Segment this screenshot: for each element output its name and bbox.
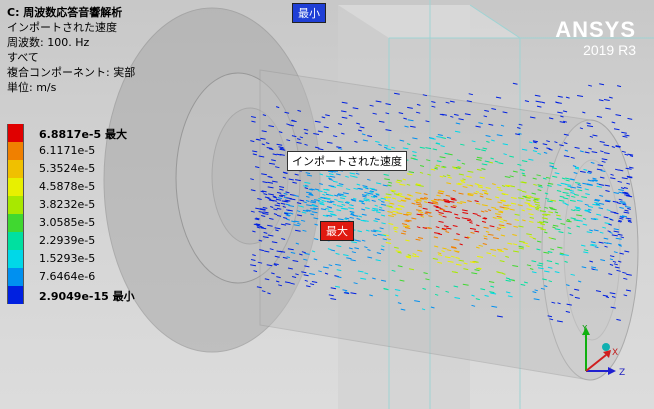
velocity-vector [627, 117, 633, 120]
velocity-vector [627, 153, 634, 156]
velocity-vector [629, 155, 634, 157]
velocity-vector [596, 115, 603, 118]
unit-label: 単位: m/s [7, 81, 57, 94]
velocity-vector [621, 150, 626, 153]
velocity-vector [615, 114, 622, 117]
legend-value-label: 6.1171e-5 [39, 144, 96, 157]
velocity-vector [588, 84, 593, 87]
velocity-vector [541, 101, 546, 104]
velocity-vector [536, 105, 542, 108]
legend-color-swatch [7, 178, 24, 196]
velocity-vector [603, 99, 610, 101]
result-name: インポートされた速度 [7, 21, 117, 34]
velocity-vector [613, 128, 620, 131]
z-axis-label: Z [619, 368, 625, 378]
z-axis-arrowhead [608, 367, 616, 375]
analysis-title: C: 周波数応答音響解析 [7, 6, 123, 19]
velocity-vector [624, 134, 630, 137]
result-callout-label[interactable]: インポートされた速度 [287, 151, 407, 171]
legend-color-swatch [7, 196, 24, 214]
velocity-vector [495, 96, 502, 99]
max-probe-flag[interactable]: 最大 [320, 221, 354, 241]
frequency-label: 周波数: 100. Hz [7, 36, 90, 49]
velocity-vector [565, 96, 570, 99]
velocity-vector [512, 82, 518, 85]
legend-value-label: 2.9049e-15 最小 [39, 290, 135, 303]
velocity-vector [562, 110, 568, 113]
y-axis-label: Y [581, 325, 588, 334]
min-probe-flag[interactable]: 最小 [292, 3, 326, 23]
complex-component-label: 複合コンポーネント: 実部 [7, 66, 136, 79]
velocity-vector [524, 100, 530, 103]
velocity-vector [534, 94, 541, 97]
velocity-vector [598, 99, 604, 102]
velocity-vector [608, 96, 613, 99]
legend-color-swatch [7, 142, 24, 160]
graphics-viewport[interactable]: C: 周波数応答音響解析 インポートされた速度 周波数: 100. Hz すべて… [0, 0, 654, 409]
velocity-vector [557, 111, 563, 114]
logo-version: 2019 R3 [583, 42, 636, 58]
velocity-vector [611, 121, 616, 124]
legend-value-label: 3.8232e-5 [39, 198, 96, 211]
velocity-vector [557, 95, 563, 98]
legend-value-label: 2.2939e-5 [39, 234, 96, 247]
velocity-vector [599, 83, 605, 86]
legend-value-label: 7.6464e-6 [39, 270, 96, 283]
legend-value-label: 4.5878e-5 [39, 180, 96, 193]
result-info-panel: C: 周波数応答音響解析 インポートされた速度 周波数: 100. Hz すべて… [7, 5, 135, 95]
axis-triad[interactable]: Y X Z [572, 325, 642, 385]
velocity-vector [605, 107, 611, 110]
velocity-vector [628, 166, 634, 169]
legend-color-swatch [7, 250, 24, 268]
velocity-vector [577, 95, 584, 97]
legend-color-swatch [7, 268, 24, 286]
legend-value-label: 1.5293e-5 [39, 252, 96, 265]
legend-value-label: 3.0585e-5 [39, 216, 96, 229]
velocity-vector [621, 131, 627, 134]
x-axis-arrow [585, 354, 607, 372]
x-axis-label: X [612, 348, 618, 358]
legend-color-swatch [7, 160, 24, 178]
velocity-vector [616, 85, 622, 88]
legend-color-swatch [7, 232, 24, 250]
ansys-logo: ANSYS 2019 R3 [555, 17, 636, 59]
legend-value-label: 6.8817e-5 最大 [39, 128, 127, 141]
velocity-vector [535, 100, 542, 103]
legend-color-swatch [7, 286, 24, 304]
velocity-vector [622, 135, 628, 138]
legend-color-swatch [7, 124, 24, 142]
scope-label: すべて [7, 51, 39, 64]
iso-view-ball[interactable] [602, 343, 610, 351]
velocity-vector [582, 111, 586, 114]
legend-value-label: 5.3524e-5 [39, 162, 96, 175]
velocity-vector [555, 101, 559, 104]
logo-brand: ANSYS [555, 17, 636, 42]
legend-color-swatch [7, 214, 24, 232]
